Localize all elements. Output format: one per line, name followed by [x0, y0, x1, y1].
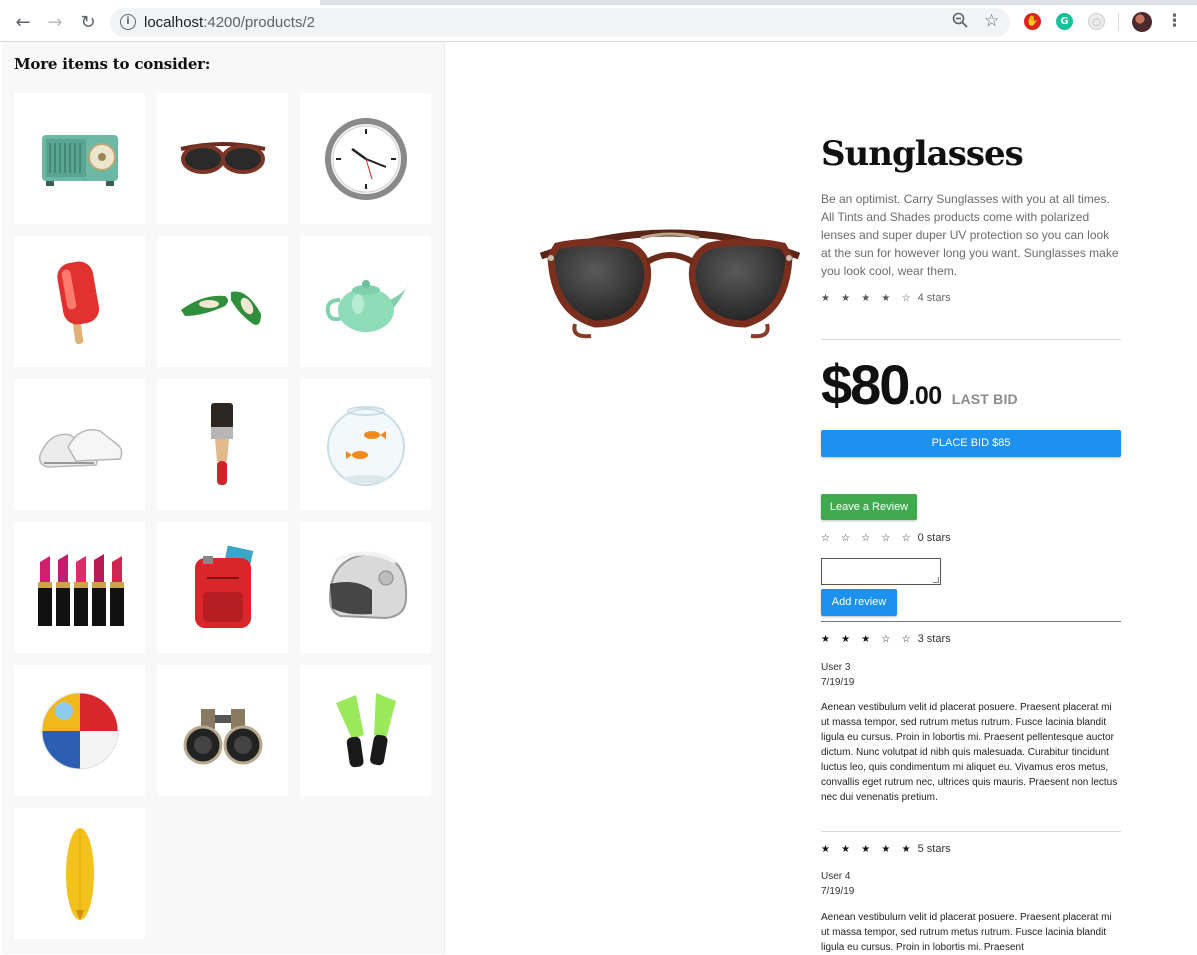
- address-bar[interactable]: i localhost:4200/products/2 ☆: [110, 8, 1010, 37]
- paintbrush-icon: [210, 402, 233, 485]
- sunglasses-icon: [180, 141, 265, 174]
- review-rating: ★ ★ ★ ☆ ☆ 3 stars: [821, 633, 951, 645]
- extension-icon[interactable]: ◌: [1088, 13, 1105, 30]
- bookmark-star-icon[interactable]: ☆: [984, 11, 999, 31]
- product-tile-radio[interactable]: [14, 93, 145, 224]
- review-textarea[interactable]: [821, 558, 941, 585]
- radio-icon: [41, 134, 118, 186]
- beachball-icon: [41, 692, 118, 769]
- back-arrow-icon[interactable]: ←: [12, 12, 34, 34]
- price-cents: .00: [908, 382, 942, 410]
- forward-arrow-icon[interactable]: →: [44, 12, 66, 34]
- binoculars-icon: [183, 708, 262, 764]
- review-rating-label: 3 stars: [917, 633, 951, 645]
- review-star-picker[interactable]: ☆ ☆ ☆ ☆ ☆ 0 stars: [821, 532, 951, 544]
- resize-grip-icon[interactable]: [933, 577, 939, 583]
- clock-icon: [324, 117, 407, 200]
- product-tile-backpack[interactable]: [157, 522, 288, 653]
- price-label: LAST BID: [951, 391, 1018, 407]
- review-rating: ★ ★ ★ ★ ★ 5 stars: [821, 843, 951, 855]
- browser-toolbar: ← → ↻ i localhost:4200/products/2 ☆ ✋ G …: [0, 0, 1197, 42]
- url-host: localhost: [144, 14, 204, 31]
- grammarly-extension-icon[interactable]: G: [1056, 13, 1073, 30]
- product-tile-fishbowl[interactable]: [300, 379, 431, 510]
- divider: [821, 831, 1121, 832]
- zoom-icon[interactable]: [952, 12, 970, 30]
- divider: [821, 621, 1121, 622]
- product-tile-flats[interactable]: [157, 236, 288, 367]
- star-picker-label: 0 stars: [917, 532, 951, 544]
- product-tile-clock[interactable]: [300, 93, 431, 224]
- review-date: 7/19/19: [821, 886, 855, 897]
- review-text: Aenean vestibulum velit id placerat posu…: [821, 702, 1118, 803]
- product-tile-surfboard[interactable]: [14, 808, 145, 939]
- rating-label: 4 stars: [917, 292, 951, 304]
- product-tile-beachball[interactable]: [14, 665, 145, 796]
- product-tile-paintbrush[interactable]: [157, 379, 288, 510]
- toolbar-divider: [1118, 13, 1119, 31]
- product-image-sunglasses: [539, 229, 801, 339]
- url-text[interactable]: localhost:4200/products/2: [144, 14, 315, 31]
- review-meta: User 4 7/19/19: [821, 869, 854, 899]
- helmet-icon: [328, 550, 407, 619]
- reload-icon[interactable]: ↻: [77, 12, 99, 34]
- sneakers-icon: [38, 428, 122, 468]
- lipstick-icon: [37, 553, 124, 626]
- product-detail: Sunglasses Be an optimist. Carry Sunglas…: [444, 42, 1197, 954]
- backpack-icon: [194, 545, 253, 628]
- review-text: Aenean vestibulum velit id placerat posu…: [821, 912, 1112, 953]
- divider: [821, 339, 1121, 340]
- product-tile-teapot[interactable]: [300, 236, 431, 367]
- product-tile-popsicle[interactable]: [14, 236, 145, 367]
- sidebar-heading: More items to consider:: [14, 55, 211, 73]
- product-rating: ★ ★ ★ ★ ☆ 4 stars: [821, 292, 951, 304]
- product-tile-sunglasses[interactable]: [157, 93, 288, 224]
- popsicle-icon: [56, 261, 99, 344]
- url-path: :4200/products/2: [203, 14, 315, 31]
- price-dollars: $80: [821, 353, 910, 416]
- active-tab[interactable]: [0, 0, 320, 5]
- teapot-icon: [325, 279, 408, 332]
- star-picker-icon[interactable]: ☆ ☆ ☆ ☆ ☆: [821, 533, 915, 544]
- product-title: Sunglasses: [821, 134, 1024, 174]
- review-meta: User 3 7/19/19: [821, 660, 854, 690]
- review-user: User 4: [821, 871, 851, 882]
- review-date: 7/19/19: [821, 677, 855, 688]
- product-tile-sneakers[interactable]: [14, 379, 145, 510]
- menu-kebab-icon[interactable]: ⋮: [1166, 11, 1183, 31]
- product-tile-lipstick[interactable]: [14, 522, 145, 653]
- fishbowl-icon: [326, 405, 405, 486]
- review-rating-label: 5 stars: [917, 843, 951, 855]
- review-user: User 3: [821, 662, 851, 673]
- add-review-button[interactable]: Add review: [821, 589, 897, 616]
- product-tile-helmet[interactable]: [300, 522, 431, 653]
- price-block: $80.00 LAST BID: [821, 352, 1018, 417]
- product-tile-binoculars[interactable]: [157, 665, 288, 796]
- flippers-icon: [335, 692, 396, 767]
- review-stars-icon: ★ ★ ★ ★ ★: [821, 844, 915, 855]
- flats-icon: [180, 290, 261, 325]
- surfboard-icon: [65, 827, 94, 920]
- product-tile-flippers[interactable]: [300, 665, 431, 796]
- tab-strip: [0, 0, 1197, 5]
- product-description: Be an optimist. Carry Sunglasses with yo…: [821, 192, 1119, 278]
- adblock-extension-icon[interactable]: ✋: [1024, 13, 1041, 30]
- related-items-sidebar: More items to consider:: [2, 42, 444, 954]
- rating-stars-icon: ★ ★ ★ ★ ☆: [821, 293, 915, 304]
- leave-review-button[interactable]: Leave a Review: [821, 494, 917, 520]
- profile-avatar[interactable]: [1132, 12, 1152, 32]
- site-info-icon[interactable]: i: [120, 14, 136, 30]
- place-bid-button[interactable]: PLACE BID $85: [821, 430, 1121, 457]
- review-stars-icon: ★ ★ ★ ☆ ☆: [821, 634, 915, 645]
